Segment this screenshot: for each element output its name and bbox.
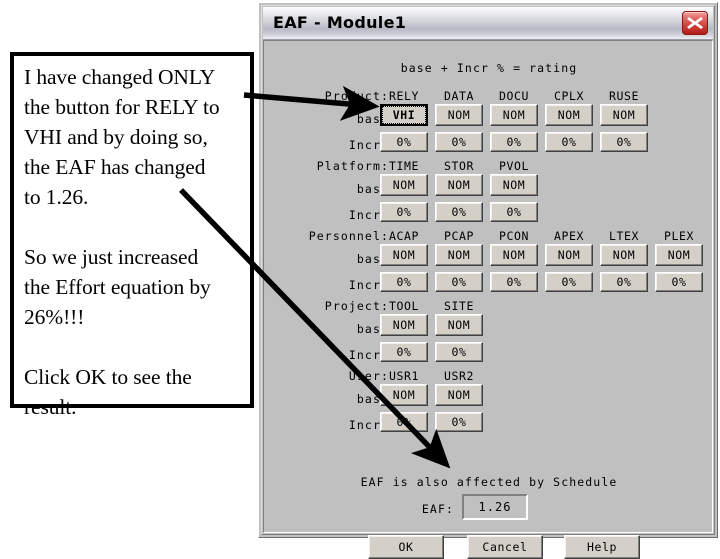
base-label-user: base [356, 392, 389, 406]
incr-button-pcap[interactable]: 0% [435, 272, 483, 292]
col-head-usr1: USR1 [388, 369, 420, 383]
dialog-inner-frame: EAF - Module1 base + Incr % = rating Pro… [261, 5, 715, 559]
base-button-site[interactable]: NOM [435, 314, 483, 336]
base-button-time[interactable]: NOM [380, 174, 428, 196]
col-head-usr2: USR2 [443, 369, 475, 383]
base-label-product: base [356, 112, 389, 126]
annotation-line: VHI and by doing so, [24, 125, 208, 149]
cancel-button[interactable]: Cancel [467, 535, 543, 559]
col-head-acap: ACAP [388, 229, 420, 243]
incr-button-apex[interactable]: 0% [545, 272, 593, 292]
incr-button-docu[interactable]: 0% [490, 132, 538, 152]
incr-button-site[interactable]: 0% [435, 342, 483, 362]
annotation-line: result. [24, 395, 77, 419]
col-head-apex: APEX [553, 229, 585, 243]
ok-button[interactable]: OK [368, 535, 444, 559]
incr-label-product: Incr% [348, 138, 389, 152]
eaf-value-field: 1.26 [462, 494, 528, 520]
annotation-line: to 1.26. [24, 185, 89, 209]
base-label-personnel: base [356, 252, 389, 266]
formula-legend: base + Incr % = rating [400, 61, 578, 75]
annotation-line: Click OK to see the [24, 365, 192, 389]
base-button-pvol[interactable]: NOM [490, 174, 538, 196]
col-head-pcon: PCON [498, 229, 530, 243]
annotation-line: So we just increased [24, 245, 199, 269]
incr-label-project: Incr% [348, 348, 389, 362]
eaf-label: EAF: [421, 502, 454, 516]
incr-button-stor[interactable]: 0% [435, 202, 483, 222]
base-button-usr2[interactable]: NOM [435, 384, 483, 406]
incr-button-pvol[interactable]: 0% [490, 202, 538, 222]
dialog-title: EAF - Module1 [273, 13, 407, 32]
annotation-line: the Effort equation by [24, 275, 211, 299]
incr-button-data[interactable]: 0% [435, 132, 483, 152]
col-head-pvol: PVOL [498, 159, 530, 173]
col-head-rely: RELY [388, 89, 420, 103]
incr-button-ruse[interactable]: 0% [600, 132, 648, 152]
incr-button-ltex[interactable]: 0% [600, 272, 648, 292]
base-label-project: base [356, 322, 389, 336]
col-head-tool: TOOL [388, 299, 420, 313]
dialog-title-bar[interactable]: EAF - Module1 [263, 7, 713, 40]
base-button-ltex[interactable]: NOM [600, 244, 648, 266]
close-icon[interactable] [682, 11, 708, 35]
annotation-line: 26%!!! [24, 305, 85, 329]
group-label-product: Product: [324, 89, 389, 103]
base-button-acap[interactable]: NOM [380, 244, 428, 266]
base-button-stor[interactable]: NOM [435, 174, 483, 196]
col-head-cplx: CPLX [553, 89, 585, 103]
col-head-data: DATA [443, 89, 475, 103]
dialog-client-area: base + Incr % = rating Product: base Inc… [263, 40, 713, 559]
base-button-plex[interactable]: NOM [655, 244, 703, 266]
annotation-line: I have changed ONLY [24, 65, 216, 89]
incr-button-tool[interactable]: 0% [380, 342, 428, 362]
annotation-callout-box: I have changed ONLY the button for RELY … [10, 52, 254, 419]
incr-button-time[interactable]: 0% [380, 202, 428, 222]
group-label-platform: Platform: [316, 159, 389, 173]
base-button-cplx[interactable]: NOM [545, 104, 593, 126]
incr-button-usr1[interactable]: 0% [380, 412, 428, 432]
base-button-rely-label: VHI [382, 106, 426, 124]
incr-button-rely[interactable]: 0% [380, 132, 428, 152]
incr-button-plex[interactable]: 0% [655, 272, 703, 292]
col-head-plex: PLEX [663, 229, 695, 243]
incr-button-cplx[interactable]: 0% [545, 132, 593, 152]
base-button-apex[interactable]: NOM [545, 244, 593, 266]
base-button-usr1[interactable]: NOM [380, 384, 428, 406]
col-head-site: SITE [443, 299, 475, 313]
col-head-stor: STOR [443, 159, 475, 173]
incr-label-platform: Incr% [348, 208, 389, 222]
base-label-platform: base [356, 182, 389, 196]
incr-label-personnel: Incr% [348, 278, 389, 292]
col-head-pcap: PCAP [443, 229, 475, 243]
base-button-pcon[interactable]: NOM [490, 244, 538, 266]
col-head-time: TIME [388, 159, 420, 173]
base-button-rely[interactable]: VHI [380, 104, 428, 126]
base-button-docu[interactable]: NOM [490, 104, 538, 126]
col-head-ruse: RUSE [608, 89, 640, 103]
eaf-schedule-note: EAF is also affected by Schedule [360, 475, 618, 489]
incr-button-pcon[interactable]: 0% [490, 272, 538, 292]
group-label-user: User: [348, 369, 389, 383]
annotation-line: the button for RELY to [24, 95, 220, 119]
help-button[interactable]: Help [564, 535, 640, 559]
annotation-line: the EAF has changed [24, 155, 206, 179]
base-button-data[interactable]: NOM [435, 104, 483, 126]
base-button-ruse[interactable]: NOM [600, 104, 648, 126]
base-button-pcap[interactable]: NOM [435, 244, 483, 266]
group-label-project: Project: [324, 299, 389, 313]
incr-label-user: Incr% [348, 418, 389, 432]
col-head-docu: DOCU [498, 89, 530, 103]
base-button-tool[interactable]: NOM [380, 314, 428, 336]
col-head-ltex: LTEX [608, 229, 640, 243]
eaf-dialog-window: EAF - Module1 base + Incr % = rating Pro… [258, 2, 718, 559]
group-label-personnel: Personnel: [308, 229, 389, 243]
incr-button-acap[interactable]: 0% [380, 272, 428, 292]
incr-button-usr2[interactable]: 0% [435, 412, 483, 432]
